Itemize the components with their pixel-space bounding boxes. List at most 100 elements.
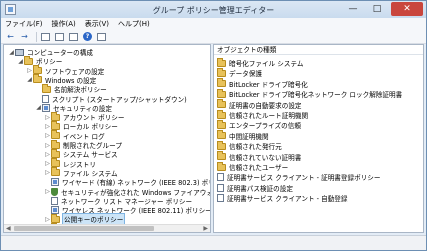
menu-action[interactable]: 操作(A) [52, 19, 76, 29]
list-item-label: 信頼されたルート証明機関 [229, 112, 309, 120]
folder-icon [217, 151, 226, 161]
folder-icon [51, 148, 60, 158]
properties-button[interactable] [96, 32, 107, 42]
scroll-left-arrow[interactable]: ◀ [6, 225, 11, 232]
show-hide-tree-button[interactable] [54, 32, 65, 42]
properties-icon [97, 32, 106, 41]
list-item[interactable]: 信頼されていない証明書 [217, 151, 302, 162]
folder-icon [33, 65, 42, 75]
list-item-label: BitLocker ドライブ暗号化ネットワーク ロック解除証明書 [229, 91, 403, 100]
list-item-label: 信頼された発行元 [229, 143, 282, 152]
details-pane: オブジェクトの種類 暗号化ファイル システム データ保護 BitLocker ドライ… [213, 44, 424, 233]
title-bar[interactable]: グループ ポリシー管理エディター — □ ✕ [1, 1, 426, 18]
expand-arrow-icon[interactable]: ▷ [26, 67, 33, 74]
export-icon [69, 32, 78, 41]
toolbar-separator [36, 31, 37, 42]
menu-bar: ファイル(F) 操作(A) 表示(V) ヘルプ(H) [1, 18, 426, 30]
folder-icon [217, 161, 226, 171]
status-bar [1, 235, 426, 250]
list-item-label: BitLocker ドライブ暗号化 [229, 80, 308, 89]
close-button[interactable]: ✕ [391, 2, 423, 16]
list-item[interactable]: データ保護 [217, 67, 262, 79]
doc-icon [42, 94, 49, 103]
scroll-right-arrow[interactable]: ▶ [203, 225, 208, 232]
list-item[interactable]: 信頼されたルート証明機関 [217, 109, 309, 120]
folder-icon [217, 99, 226, 109]
forward-button[interactable]: → [19, 32, 30, 42]
expand-arrow-icon[interactable]: ▷ [44, 160, 51, 167]
folder-icon [217, 140, 226, 150]
folder-icon [217, 67, 226, 77]
list-item[interactable]: 証明書パス検証の設定 [217, 183, 293, 193]
list-item-label: エンタープライズの信頼 [229, 122, 301, 131]
collapse-arrow-icon[interactable]: ◢ [17, 58, 24, 65]
folder-icon [217, 119, 226, 129]
menu-file[interactable]: ファイル(F) [5, 19, 43, 29]
folder-icon [51, 111, 60, 121]
policy-icon [51, 206, 59, 215]
help-icon: ? [83, 32, 92, 41]
expand-arrow-icon[interactable]: ▷ [44, 188, 51, 195]
folder-icon [51, 130, 60, 140]
toolbar: ← → ? [1, 30, 426, 44]
column-header-object-type[interactable]: オブジェクトの種類 [214, 45, 423, 55]
list-item[interactable]: 暗号化ファイル システム [217, 57, 303, 68]
list-item[interactable]: BitLocker ドライブ暗号化ネットワーク ロック解除証明書 [217, 88, 403, 100]
list-item[interactable]: エンタープライズの信頼 [217, 119, 301, 131]
folder-icon [41, 32, 50, 41]
expand-arrow-icon[interactable]: ▷ [44, 114, 51, 121]
expand-arrow-icon[interactable]: ▷ [44, 151, 51, 158]
list-item[interactable]: BitLocker ドライブ暗号化 [217, 78, 308, 89]
list-item-label: 証明書の自動要求の設定 [229, 101, 302, 110]
list-item-label: 証明書パス検証の設定 [227, 184, 293, 193]
collapse-arrow-icon[interactable]: ◢ [35, 104, 42, 111]
doc-icon [217, 173, 224, 182]
list-item[interactable]: 証明書の自動要求の設定 [217, 99, 302, 110]
list-item-label: 証明書サービス クライアント - 自動登録 [227, 195, 348, 204]
folder-icon [24, 55, 33, 65]
computer-icon [15, 48, 24, 56]
folder-icon [217, 78, 226, 88]
help-button[interactable]: ? [82, 32, 93, 42]
maximize-button[interactable]: □ [365, 2, 389, 16]
expand-arrow-icon[interactable]: ▷ [44, 216, 51, 223]
list-item[interactable]: 証明書サービス クライアント - 自動登録 [217, 193, 348, 203]
back-button[interactable]: ← [5, 32, 16, 42]
list-item-label: データ保護 [229, 70, 262, 79]
console-tree-icon [55, 32, 64, 41]
policy-icon [42, 103, 50, 112]
folder-icon [51, 158, 60, 168]
minimize-button[interactable]: — [341, 2, 365, 16]
list-item-label: 信頼されていない証明書 [229, 153, 302, 162]
doc-icon [51, 196, 58, 205]
list-item[interactable]: 信頼された発行元 [217, 140, 282, 152]
collapse-arrow-icon[interactable]: ◢ [8, 49, 15, 56]
app-window: グループ ポリシー管理エディター — □ ✕ ファイル(F) 操作(A) 表示(… [0, 0, 427, 251]
list-item-label: 中間証明機関 [229, 132, 269, 141]
scrollbar-thumb[interactable] [14, 226, 154, 231]
list-item[interactable]: 証明書サービス クライアント - 証明書登録ポリシー [217, 172, 380, 182]
expand-arrow-icon[interactable]: ▷ [44, 123, 51, 130]
folder-icon [33, 74, 42, 84]
up-folder-button[interactable] [40, 32, 51, 42]
folder-icon [217, 88, 226, 98]
list-item[interactable]: 信頼されたユーザー [217, 161, 288, 172]
list-item[interactable]: 中間証明機関 [217, 130, 269, 141]
expand-arrow-icon[interactable]: ▷ [44, 142, 51, 149]
expand-arrow-icon[interactable]: ▷ [44, 132, 51, 139]
doc-icon [217, 183, 224, 192]
menu-help[interactable]: ヘルプ(H) [118, 19, 150, 29]
console-tree-pane: ◢ コンピューターの構成 ◢ ポリシー ▷ ソフトウェアの設定 ◢ Windows の設定 名前… [3, 44, 211, 233]
export-list-button[interactable] [68, 32, 79, 42]
policy-icon [51, 178, 59, 187]
expand-arrow-icon[interactable]: ▷ [44, 169, 51, 176]
collapse-arrow-icon[interactable]: ◢ [26, 76, 33, 83]
menu-view[interactable]: 表示(V) [85, 19, 109, 29]
horizontal-scrollbar[interactable]: ◀ ▶ [4, 224, 210, 232]
shield-icon [51, 187, 58, 196]
folder-icon [217, 109, 226, 119]
list-item-label: 証明書サービス クライアント - 証明書登録ポリシー [227, 174, 381, 183]
folder-icon [51, 120, 60, 130]
folder-icon [217, 57, 226, 67]
folder-icon [42, 83, 51, 93]
